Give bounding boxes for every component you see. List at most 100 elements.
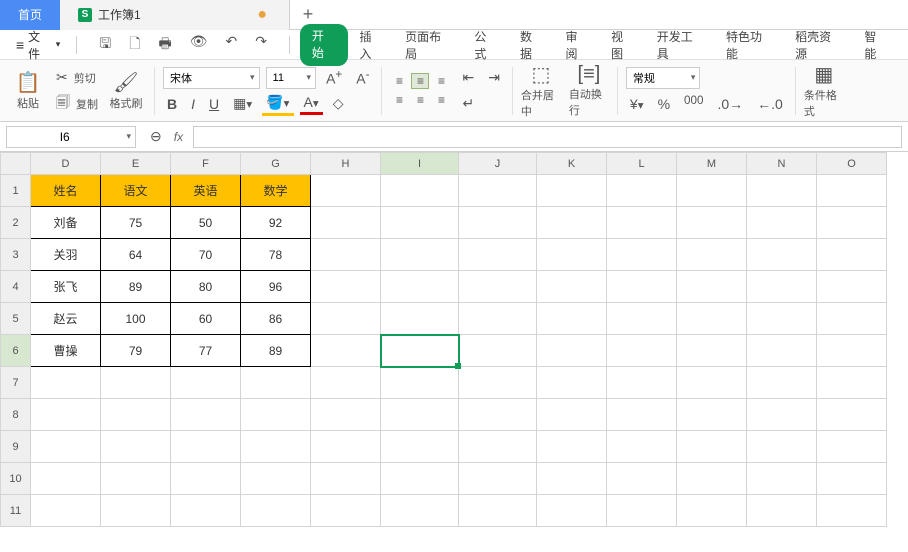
cell[interactable] [747,335,817,367]
cell[interactable] [311,175,381,207]
cell[interactable] [747,239,817,271]
cell[interactable] [311,335,381,367]
cell[interactable]: 96 [241,271,311,303]
cell[interactable]: 70 [171,239,241,271]
cell[interactable] [817,367,887,399]
cell[interactable]: 刘备 [31,207,101,239]
cell[interactable] [311,495,381,527]
cell[interactable]: 张飞 [31,271,101,303]
cell[interactable] [607,367,677,399]
cell[interactable] [101,463,171,495]
cell[interactable] [381,495,459,527]
decrease-indent-button[interactable]: ⇤ [458,67,478,88]
cell[interactable]: 86 [241,303,311,335]
align-right-button[interactable]: ≡ [432,92,450,108]
column-header[interactable]: M [677,153,747,175]
select-all-corner[interactable] [1,153,31,175]
align-left-button[interactable]: ≡ [390,92,408,108]
cell[interactable] [31,463,101,495]
border-button[interactable]: ▦▾ [229,93,256,114]
italic-button[interactable]: I [187,94,199,114]
row-header[interactable]: 1 [1,175,31,207]
cell[interactable] [817,271,887,303]
cell[interactable] [381,271,459,303]
cell[interactable]: 75 [101,207,171,239]
cell[interactable] [677,495,747,527]
cell[interactable] [747,367,817,399]
cell[interactable] [241,463,311,495]
print-icon[interactable]: 🖶 [154,31,175,59]
cell[interactable] [817,463,887,495]
undo-icon[interactable]: ↶ [221,31,241,59]
cell[interactable] [817,239,887,271]
cell[interactable] [817,207,887,239]
cell[interactable] [381,335,459,367]
cell[interactable] [381,239,459,271]
cell[interactable] [459,303,537,335]
merge-center-button[interactable]: ⬚ 合并居中 [521,65,561,117]
underline-button[interactable]: U [205,94,223,114]
cell[interactable] [607,303,677,335]
align-top-right-button[interactable]: ≡ [432,73,450,89]
cell[interactable] [31,431,101,463]
cell[interactable] [241,431,311,463]
cell[interactable] [537,367,607,399]
cell[interactable] [747,463,817,495]
cell[interactable] [311,367,381,399]
ribbon-tab-10[interactable]: 智能 [854,24,898,66]
align-center-button[interactable]: ≡ [411,92,429,108]
cut-button[interactable]: ✂剪切 [56,66,98,90]
preview-icon[interactable]: 👁 [186,31,212,59]
cell[interactable] [381,303,459,335]
print-preview-icon[interactable]: 🗋 [125,31,144,59]
column-header[interactable]: F [171,153,241,175]
column-header[interactable]: H [311,153,381,175]
cell[interactable]: 英语 [171,175,241,207]
cell[interactable] [459,399,537,431]
cell[interactable] [459,335,537,367]
cell[interactable]: 赵云 [31,303,101,335]
cell[interactable] [677,335,747,367]
column-header[interactable]: O [817,153,887,175]
format-painter-button[interactable]: 🖌 格式刷 [106,65,146,117]
cell[interactable] [31,495,101,527]
cell[interactable]: 数学 [241,175,311,207]
cell[interactable] [537,431,607,463]
cell[interactable] [537,335,607,367]
spreadsheet-grid[interactable]: DEFGHIJKLMNO1姓名语文英语数学2刘备7550923关羽6470784… [0,152,908,548]
cell[interactable] [537,399,607,431]
copy-button[interactable]: 🗐复制 [56,92,98,116]
cell[interactable]: 79 [101,335,171,367]
ribbon-tab-7[interactable]: 开发工具 [647,24,714,66]
cell[interactable] [459,495,537,527]
cell[interactable] [607,335,677,367]
cell[interactable] [381,463,459,495]
fill-handle[interactable] [455,363,461,369]
cell[interactable]: 姓名 [31,175,101,207]
cell[interactable] [101,399,171,431]
chevron-down-icon[interactable]: ▾ [687,72,700,83]
cell[interactable] [677,463,747,495]
cell[interactable] [459,431,537,463]
ribbon-tab-5[interactable]: 审阅 [556,24,600,66]
cell[interactable] [537,495,607,527]
cell[interactable] [747,431,817,463]
row-header[interactable]: 6 [1,335,31,367]
cell[interactable] [677,367,747,399]
cell[interactable] [747,399,817,431]
cell[interactable] [537,303,607,335]
cell[interactable] [817,431,887,463]
cell[interactable] [459,175,537,207]
number-format-combo[interactable]: ▾ [626,67,701,89]
cell[interactable] [459,239,537,271]
row-header[interactable]: 4 [1,271,31,303]
cell[interactable] [677,431,747,463]
cell[interactable] [747,495,817,527]
cell[interactable]: 64 [101,239,171,271]
font-size-combo[interactable]: ▾ [266,67,317,89]
cell[interactable] [747,303,817,335]
cell[interactable] [311,239,381,271]
auto-wrap-button[interactable]: [≡] 自动换行 [569,65,609,117]
align-top-center-button[interactable]: ≡ [411,73,429,89]
cell[interactable] [677,271,747,303]
